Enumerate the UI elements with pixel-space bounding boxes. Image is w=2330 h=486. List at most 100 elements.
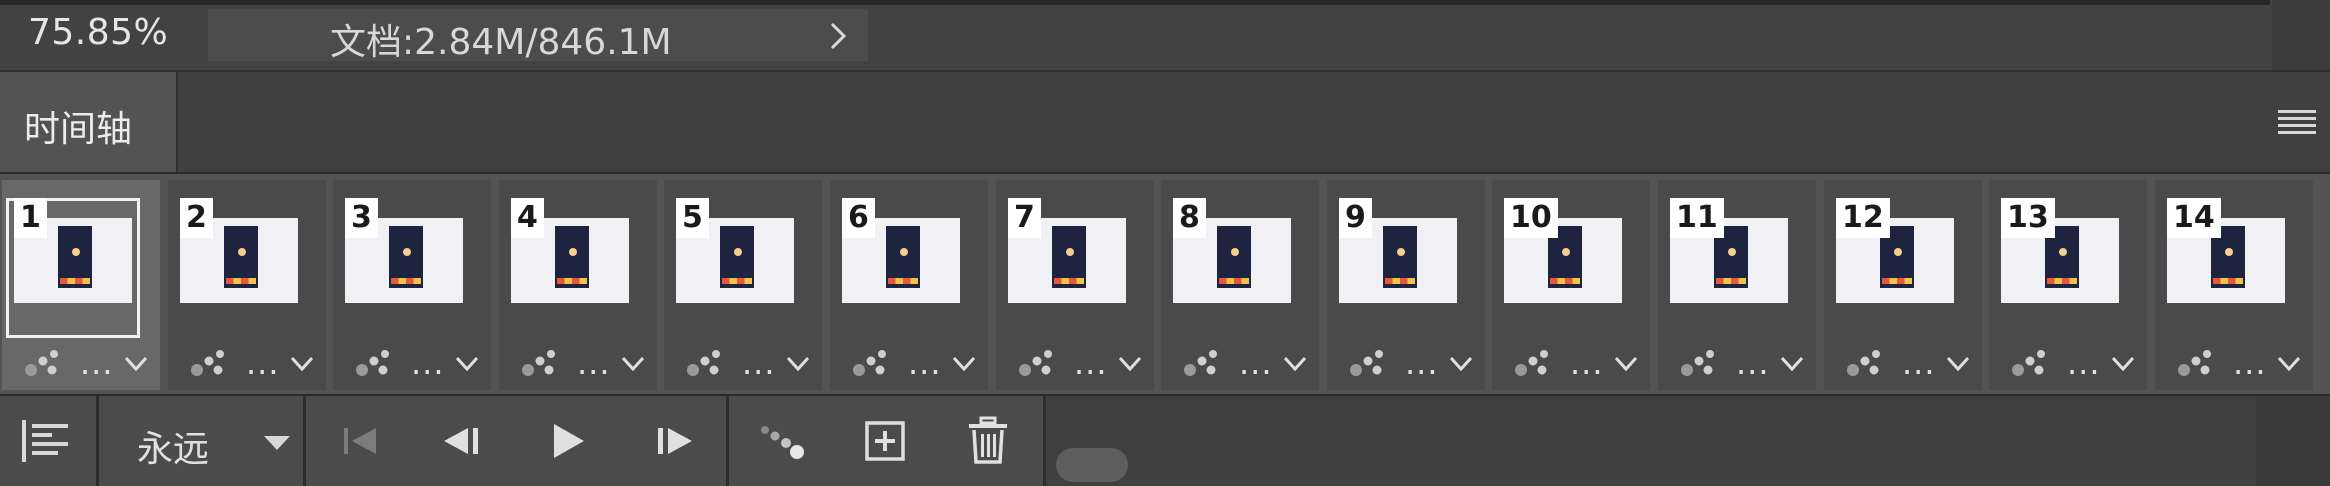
chevron-down-icon[interactable] [290,356,314,372]
disposal-method-icon[interactable] [1514,348,1554,378]
chevron-down-icon[interactable] [2277,356,2301,372]
frame-delay[interactable]: ... [1902,344,1936,382]
frame-delay[interactable]: ... [577,344,611,382]
disposal-method-icon[interactable] [2177,348,2217,378]
horizontal-scrollbar-thumb[interactable] [1056,448,1128,482]
disposal-method-icon[interactable] [190,348,230,378]
animation-frame[interactable]: 6... [830,180,988,390]
thumbnail-poster-dot [1562,248,1570,256]
frames-strip: 1... 2... 3... 4... 5... 6... 7... 8... 9... 10..… [0,174,2330,396]
thumbnail-poster [1052,226,1086,288]
convert-timeline-segment [0,396,96,486]
frame-delay[interactable]: ... [1570,344,1604,382]
thumbnail-poster-dot [72,248,80,256]
thumbnail-poster-band [557,278,587,284]
animation-frame[interactable]: 2... [168,180,326,390]
thumbnail-poster-dot [403,248,411,256]
disposal-method-icon[interactable] [2011,348,2051,378]
tween-icon[interactable] [759,422,805,462]
animation-frame[interactable]: 13... [1989,180,2147,390]
chevron-down-icon[interactable] [621,356,645,372]
chevron-down-icon[interactable] [952,356,976,372]
frame-delay[interactable]: ... [1736,344,1770,382]
previous-frame-icon[interactable] [442,426,482,456]
chevron-down-icon[interactable] [1946,356,1970,372]
thumbnail-poster-band [60,278,90,284]
animation-frame[interactable]: 4... [499,180,657,390]
zoom-readout[interactable]: 75.85% [28,12,168,53]
animation-frame[interactable]: 14... [2155,180,2313,390]
thumbnail-poster-dot [2225,248,2233,256]
animation-frame[interactable]: 5... [664,180,822,390]
thumbnail-poster-dot [1728,248,1736,256]
disposal-method-icon[interactable] [24,348,64,378]
playback-controls [306,396,726,486]
chevron-down-icon[interactable] [1118,356,1142,372]
chevron-down-icon[interactable] [1449,356,1473,372]
chevron-down-icon[interactable] [786,356,810,372]
animation-frame[interactable]: 10... [1492,180,1650,390]
convert-to-video-timeline-icon[interactable] [22,420,72,462]
thumbnail-poster [555,226,589,288]
play-icon[interactable] [552,422,586,460]
tab-timeline[interactable]: 时间轴 [0,72,178,172]
frame-delay[interactable]: ... [246,344,280,382]
disposal-method-icon[interactable] [1183,348,1223,378]
disposal-method-icon[interactable] [686,348,726,378]
chevron-down-icon[interactable] [1780,356,1804,372]
disposal-method-icon[interactable] [355,348,395,378]
timeline-panel-header: 时间轴 [0,70,2330,174]
thumbnail-poster-dot [238,248,246,256]
panel-menu-icon[interactable] [2278,110,2316,136]
disposal-method-icon[interactable] [521,348,561,378]
dropdown-arrow-icon[interactable] [264,434,290,452]
next-frame-icon[interactable] [654,426,694,456]
disposal-method-icon[interactable] [1680,348,1720,378]
frame-delay[interactable]: ... [742,344,776,382]
chevron-down-icon[interactable] [1614,356,1638,372]
animation-frame[interactable]: 1... [2,180,160,390]
chevron-down-icon[interactable] [124,356,148,372]
disposal-method-icon[interactable] [1349,348,1389,378]
animation-frame[interactable]: 7... [996,180,1154,390]
disposal-method-icon[interactable] [1846,348,1886,378]
disposal-method-icon[interactable] [852,348,892,378]
doc-info-field[interactable]: 文档:2.84M/846.1M [208,9,868,63]
frame-number: 8 [1173,198,1206,238]
chevron-down-icon[interactable] [1283,356,1307,372]
frame-number: 1 [14,198,47,238]
frame-number: 13 [2001,198,2055,238]
disposal-method-icon[interactable] [1018,348,1058,378]
loop-option-label: 永远 [137,429,210,470]
thumbnail-poster-band [1882,278,1912,284]
thumbnail-poster [1383,226,1417,288]
frame-delay[interactable]: ... [411,344,445,382]
frame-delay[interactable]: ... [1239,344,1273,382]
frame-delay[interactable]: ... [1074,344,1108,382]
animation-frame[interactable]: 9... [1327,180,1485,390]
delete-frame-icon[interactable] [968,416,1008,464]
chevron-right-icon[interactable] [826,21,852,51]
frame-delay[interactable]: ... [1405,344,1439,382]
animation-frame[interactable]: 8... [1161,180,1319,390]
chevron-down-icon[interactable] [2111,356,2135,372]
frame-operations [729,396,1043,486]
frame-delay[interactable]: ... [908,344,942,382]
frame-delay[interactable]: ... [80,344,114,382]
first-frame-icon[interactable] [342,426,378,456]
toolbar-end-area [2256,396,2330,486]
frame-delay[interactable]: ... [2233,344,2267,382]
timeline-toolbar: 永远 [0,396,2330,486]
animation-frame[interactable]: 11... [1658,180,1816,390]
thumbnail-poster [1217,226,1251,288]
thumbnail-poster-band [888,278,918,284]
frame-delay[interactable]: ... [2067,344,2101,382]
animation-frame[interactable]: 3... [333,180,491,390]
thumbnail-poster-band [1550,278,1580,284]
loop-dropdown[interactable]: 永远 [99,396,303,486]
animation-frame[interactable]: 12... [1824,180,1982,390]
chevron-down-icon[interactable] [455,356,479,372]
thumbnail-poster-dot [569,248,577,256]
doc-info-text: 文档:2.84M/846.1M [330,22,672,63]
duplicate-frame-icon[interactable] [864,420,906,462]
